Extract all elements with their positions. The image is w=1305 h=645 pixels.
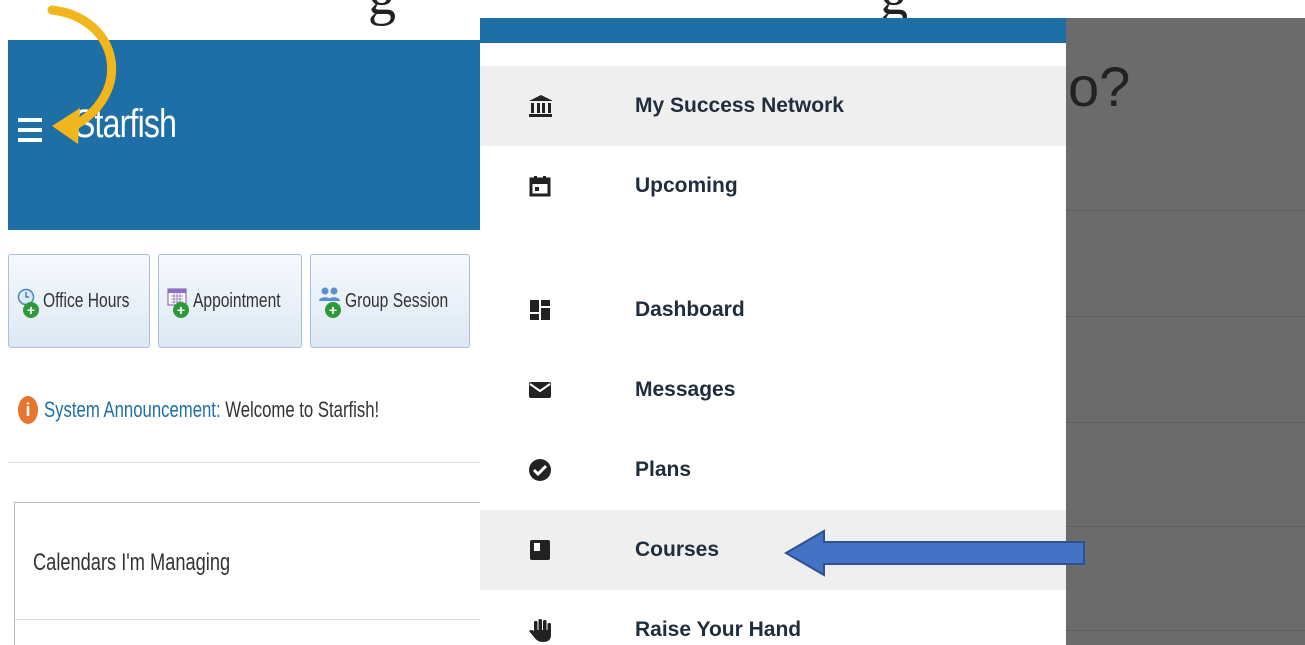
menu-item-label: Plans: [635, 458, 692, 481]
menu-item-label: Messages: [635, 378, 736, 401]
menu-item-label: Dashboard: [635, 298, 745, 321]
announcement-label[interactable]: System Announcement:: [44, 397, 221, 422]
office-hours-button[interactable]: + Office Hours: [8, 254, 150, 348]
clock-add-icon: +: [17, 284, 41, 318]
menu-item-my-success-network[interactable]: My Success Network: [480, 66, 1066, 146]
yellow-curved-arrow: [47, 5, 116, 144]
system-announcement: i System Announcement: Welcome to Starfi…: [18, 390, 478, 430]
announcement-message: Welcome to Starfish!: [220, 397, 380, 422]
calendar-add-icon: +: [167, 284, 191, 318]
menu-item-dashboard[interactable]: Dashboard: [480, 270, 1066, 350]
divider: [8, 462, 480, 463]
blue-pointer-arrow: [784, 529, 1085, 577]
drawer-header-bar: [480, 18, 1066, 43]
check-circle-icon: [528, 458, 552, 482]
calendars-panel: Calendars I'm Managing: [14, 502, 480, 645]
calendars-title: Calendars I'm Managing: [33, 549, 231, 576]
menu-item-label: My Success Network: [635, 94, 844, 117]
background-heading-fragment: o?: [1068, 55, 1131, 118]
hand-icon: [528, 618, 552, 642]
slide-title-fragment-left: g: [368, 0, 396, 28]
menu-item-plans[interactable]: Plans: [480, 430, 1066, 510]
appointment-button[interactable]: + Appointment: [158, 254, 302, 348]
bank-icon: [528, 94, 552, 118]
menu-item-label: Courses: [635, 538, 720, 561]
book-icon: [528, 538, 552, 562]
dashboard-icon: [528, 298, 552, 322]
envelope-icon: [528, 378, 552, 402]
menu-item-upcoming[interactable]: Upcoming: [480, 146, 1066, 226]
info-icon: i: [18, 396, 38, 424]
menu-item-raise-your-hand[interactable]: Raise Your Hand: [480, 590, 1066, 645]
group-add-icon: +: [319, 284, 343, 318]
calendar-icon: [528, 174, 552, 198]
menu-item-label: Raise Your Hand: [635, 618, 802, 641]
menu-item-label: Upcoming: [635, 174, 738, 197]
menu-item-messages[interactable]: Messages: [480, 350, 1066, 430]
group-session-button[interactable]: + Group Session: [310, 254, 470, 348]
